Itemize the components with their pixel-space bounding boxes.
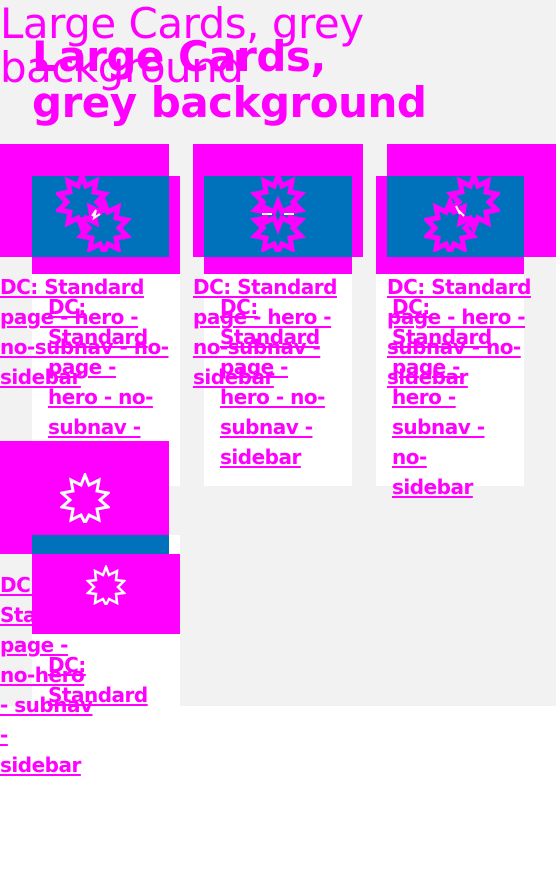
badge-icon-pair: [249, 172, 307, 252]
page-title: Large Cards, grey background: [0, 0, 364, 92]
card-3-link[interactable]: DC: Standard page - hero - subnav - no-s…: [387, 272, 556, 392]
badge-icon-pair: [56, 172, 132, 252]
card-1-link[interactable]: DC: Standard page - hero - no-subnav - n…: [0, 272, 170, 392]
card-2-link[interactable]: DC: Standard page - hero - no-subnav - s…: [193, 272, 363, 392]
badge-icon: [60, 473, 110, 523]
card-4-image-strip: [32, 535, 169, 554]
badge-icon-pair: [424, 172, 500, 252]
card-4-link[interactable]: DC: Standard page - no-hero - subnav - s…: [0, 570, 100, 780]
